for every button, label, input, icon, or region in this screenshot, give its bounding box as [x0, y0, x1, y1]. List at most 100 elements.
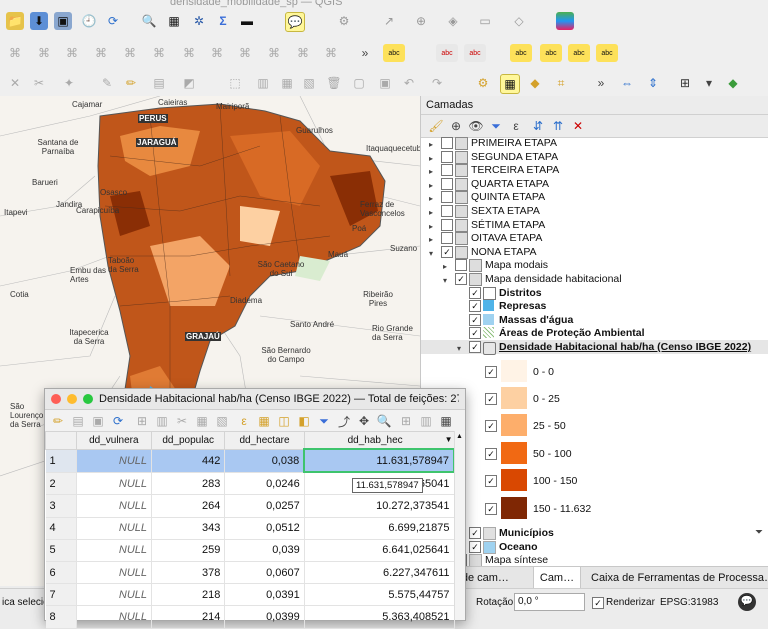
grid-icon[interactable]: ⊞	[676, 74, 694, 92]
layer-checkbox[interactable]	[441, 137, 453, 149]
table-row[interactable]: 6 NULL 378 0,0607 6.227,347611	[45, 561, 455, 585]
field-calc-icon[interactable]: ◆	[526, 74, 544, 92]
save-edits-icon[interactable]: ▤	[150, 74, 168, 92]
move-icon[interactable]: ⌘	[63, 44, 81, 62]
cell-dd-hectare[interactable]: 0,039	[224, 539, 305, 562]
layer-row[interactable]: ▸ Mapa modais	[421, 258, 768, 273]
cell-dd-hab-hec[interactable]: 6.699,21875	[304, 517, 455, 540]
cell-dd-hectare[interactable]: 0,0512	[224, 517, 305, 540]
undo-icon[interactable]: ↶	[400, 74, 418, 92]
calculator-icon[interactable]: ▦	[165, 12, 183, 30]
more-edit-icon[interactable]: »	[592, 74, 610, 92]
layer-row[interactable]: ✓ Massas d'água	[421, 313, 768, 327]
filter-map-icon[interactable]: ⏷	[315, 412, 333, 430]
part-icon[interactable]: ⌘	[322, 44, 340, 62]
plugin-icon[interactable]	[556, 12, 574, 30]
redo-icon[interactable]: ↷	[428, 74, 446, 92]
cancel-edit-icon[interactable]: ✕	[6, 74, 24, 92]
cell-dd-hab-hec[interactable]: 5.575,44757	[304, 583, 455, 607]
legend-checkbox[interactable]: ✓	[485, 420, 497, 433]
digitize-icon[interactable]: ⌘	[6, 44, 24, 62]
layer-checkbox[interactable]	[441, 232, 453, 245]
cell-dd-hab-hec[interactable]: 10.272,373541	[304, 494, 455, 518]
expression-select-icon[interactable]: ε	[235, 412, 253, 430]
offset-icon[interactable]: ⌘	[236, 44, 254, 62]
remove-layer-icon[interactable]: ✕	[569, 117, 587, 135]
layer-checkbox[interactable]: ✓	[441, 245, 453, 258]
legend-checkbox[interactable]: ✓	[485, 502, 497, 515]
annotation-icon[interactable]: 💬	[285, 12, 305, 32]
expression-icon[interactable]: ε	[507, 117, 525, 135]
zoom-layer-icon[interactable]: ⇔	[618, 74, 636, 92]
layer-checkbox[interactable]: ✓	[469, 300, 481, 313]
row-number[interactable]: 5	[45, 539, 77, 562]
rotate-label-icon[interactable]: abc	[540, 44, 562, 62]
layer-row[interactable]: ▸ PRIMEIRA ETAPA	[421, 136, 768, 150]
crs-button[interactable]: EPSG:31983	[660, 597, 718, 608]
cell-dd-populac[interactable]: 214	[151, 605, 226, 629]
cell-dd-hab-hec[interactable]: 5.363,408521	[304, 605, 455, 629]
cell-dd-populac[interactable]: 259	[151, 539, 226, 562]
reshape-icon[interactable]: ⌘	[208, 44, 226, 62]
fill-icon[interactable]: ⌘	[265, 44, 283, 62]
row-number[interactable]: 3	[45, 494, 77, 518]
paste-icon[interactable]: ▧	[300, 74, 318, 92]
clock-icon[interactable]: 🕘	[80, 12, 98, 30]
layer-row[interactable]: ✓ Represas	[421, 299, 768, 313]
layer-checkbox[interactable]: ✓	[469, 313, 481, 326]
collapse-icon[interactable]: ⇈	[549, 117, 567, 135]
rotate-icon[interactable]: ⌘	[92, 44, 110, 62]
cell-dd-populac[interactable]: 442	[151, 449, 226, 473]
multi-edit-icon[interactable]: ▤	[69, 412, 87, 430]
messages-icon[interactable]: 💬	[738, 593, 756, 611]
layer-checkbox[interactable]	[441, 218, 453, 231]
cell-dd-vulnera[interactable]: NULL	[76, 494, 153, 518]
cell-dd-populac[interactable]: 218	[151, 583, 226, 607]
reload-icon[interactable]: ⟳	[109, 412, 127, 430]
new-field-icon[interactable]: ⊞	[397, 412, 415, 430]
layer-row[interactable]: ▾ ✓ Mapa densidade habitacional	[421, 272, 768, 286]
plugin-green-icon[interactable]: ◆	[724, 74, 742, 92]
ring-icon[interactable]: ⌘	[294, 44, 312, 62]
cell-dd-populac[interactable]: 378	[151, 561, 226, 585]
rotation-input[interactable]: 0,0 °	[514, 593, 585, 611]
copy-row-icon[interactable]: ▦	[193, 412, 211, 430]
pin-label-icon[interactable]: abc	[436, 44, 458, 62]
layer-checkbox[interactable]	[441, 205, 453, 217]
delete-field-icon[interactable]: ▥	[417, 412, 435, 430]
filter-legend-icon[interactable]: ⏷	[755, 527, 763, 538]
open-table-icon[interactable]: ▦	[500, 74, 520, 94]
layer-row[interactable]: ▸ QUINTA ETAPA	[421, 190, 768, 205]
field-calculator-icon[interactable]: ▦	[437, 412, 455, 430]
cell-dd-hab-hec[interactable]: 11.631,578947	[303, 447, 455, 474]
layer-row[interactable]: ✓ Oceano	[421, 540, 768, 554]
pin-icon[interactable]: ✦	[60, 74, 78, 92]
table-row[interactable]: 4 NULL 343 0,0512 6.699,21875	[45, 517, 455, 540]
move-label-icon[interactable]: abc	[510, 44, 532, 62]
layer-checkbox[interactable]	[441, 150, 453, 163]
zoom-select-icon[interactable]: ⇕	[644, 74, 662, 92]
legend-checkbox[interactable]: ✓	[485, 393, 497, 405]
move-selection-icon[interactable]: ⤴	[335, 412, 353, 430]
arrow-icon[interactable]: ↗	[380, 12, 398, 30]
expand-arrow-icon[interactable]: ▾	[457, 342, 461, 356]
refresh-icon[interactable]: ⟳	[104, 12, 122, 30]
expand-icon[interactable]: ⇵	[529, 117, 547, 135]
cell-dd-populac[interactable]: 343	[151, 517, 226, 540]
cell-dd-hectare[interactable]: 0,0246	[224, 472, 305, 496]
delete-icon[interactable]: ▥	[254, 74, 272, 92]
column-header-sorted[interactable]: dd_hab_hec ▼	[303, 431, 455, 450]
layer-row[interactable]: ✓ Municípios	[421, 526, 768, 540]
eye-icon[interactable]: 👁	[467, 117, 485, 135]
legend-checkbox[interactable]: ✓	[485, 447, 497, 460]
filter-icon[interactable]: ⏷	[487, 117, 505, 135]
row-number[interactable]: 4	[45, 517, 77, 540]
gear-icon[interactable]: ⚙	[335, 12, 353, 30]
cell-dd-hab-hec[interactable]: 6.641,025641	[304, 539, 455, 562]
layer-checkbox[interactable]: ✓	[469, 540, 481, 553]
label-props-icon[interactable]: abc	[596, 44, 618, 62]
table-row[interactable]: 7 NULL 218 0,0391 5.575,44757	[45, 583, 455, 607]
style-icon[interactable]: 🖌	[427, 117, 445, 135]
layer-checkbox[interactable]	[441, 191, 453, 204]
edit-icon[interactable]: ✎	[98, 74, 116, 92]
